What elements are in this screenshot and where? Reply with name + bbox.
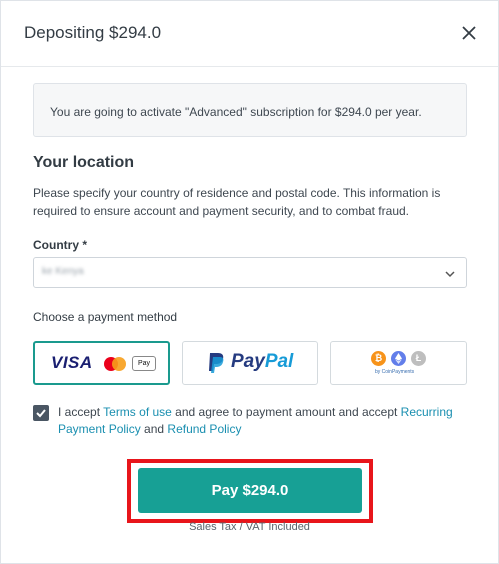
tax-note: Sales Tax / VAT Included [189, 521, 310, 533]
modal-header: Depositing $294.0 [1, 1, 498, 67]
paypal-icon [207, 352, 225, 374]
apple-pay-label: Pay [137, 360, 151, 367]
terms-text: I accept Terms of use and agree to payme… [58, 404, 478, 438]
paypal-logo-pal: Pal [264, 351, 294, 372]
deposit-modal: Depositing $294.0 You are going to activ… [0, 0, 499, 564]
terms-middle: and agree to payment amount and accept [171, 405, 401, 419]
country-label: Country * [33, 238, 87, 252]
apple-pay-icon: Pay [132, 356, 156, 371]
paypal-logo-text: PayPal [231, 351, 293, 373]
payment-option-paypal[interactable]: PayPal [182, 341, 318, 385]
subscription-info-box: You are going to activate "Advanced" sub… [33, 83, 467, 137]
modal-title: Depositing $294.0 [24, 23, 162, 42]
terms-and: and [140, 422, 168, 436]
location-heading: Your location [33, 154, 135, 171]
terms-prefix: I accept [58, 405, 104, 419]
payment-method-label: Choose a payment method [33, 310, 178, 324]
mastercard-icon [102, 356, 128, 372]
terms-of-use-link[interactable]: Terms of use [103, 405, 172, 419]
location-description: Please specify your country of residence… [33, 186, 441, 218]
visa-logo: VISA [51, 353, 93, 372]
paypal-logo-pay: Pay [231, 351, 265, 372]
payment-option-crypto[interactable]: ₿ Ł by CoinPayments [330, 341, 467, 385]
payment-option-card[interactable]: VISA Pay [33, 341, 170, 385]
country-value: ke Kenya [42, 266, 84, 277]
chevron-down-icon [444, 267, 456, 279]
ethereum-icon [391, 351, 406, 366]
bitcoin-icon: ₿ [371, 351, 386, 366]
terms-checkbox[interactable] [33, 405, 49, 421]
pay-button[interactable]: Pay $294.0 [138, 468, 362, 513]
country-select[interactable]: ke Kenya [33, 257, 467, 288]
subscription-info-text: You are going to activate "Advanced" sub… [50, 105, 422, 119]
refund-policy-link[interactable]: Refund Policy [167, 422, 241, 436]
litecoin-icon: Ł [411, 351, 426, 366]
coinpayments-logo: by CoinPayments [375, 369, 415, 375]
close-icon[interactable] [455, 19, 483, 47]
